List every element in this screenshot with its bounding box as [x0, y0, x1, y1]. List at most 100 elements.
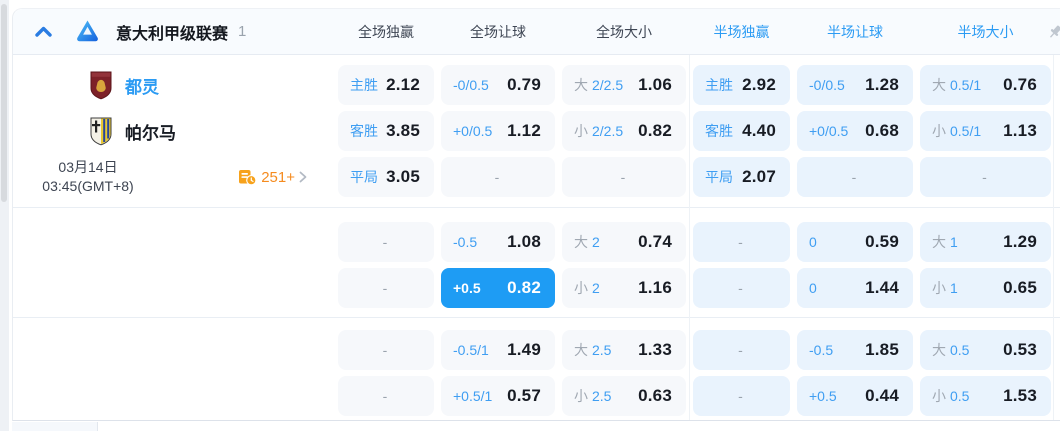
- odds-selection-label: 平局: [350, 169, 378, 185]
- over-under-prefix: 大: [574, 342, 588, 358]
- league-card: 意大利甲级联赛 1 全场独赢 全场让球 全场大小 半场独赢 半场让球 半场大小: [12, 8, 1060, 421]
- odds-value: 1.08: [507, 232, 541, 251]
- home-team-name: 都灵: [125, 77, 159, 97]
- parma-crest: [90, 117, 112, 145]
- home-team-row[interactable]: 都灵: [13, 65, 331, 105]
- league-header-row: 意大利甲级联赛 1 全场独赢 全场让球 全场大小 半场独赢 半场让球 半场大小: [13, 9, 1060, 55]
- odds-selection-label: 主胜: [350, 77, 378, 93]
- odds-cell-empty: -: [562, 157, 686, 197]
- odds-selection-label: 客胜: [350, 123, 378, 139]
- odds-selection-label: 大 2.5: [574, 342, 612, 358]
- dash-placeholder: -: [494, 169, 500, 185]
- odds-cell[interactable]: 大 2 0.74: [562, 222, 686, 262]
- serie-a-logo: [75, 19, 100, 44]
- dash-placeholder: -: [982, 169, 987, 185]
- odds-cell[interactable]: 小 2/2.5 0.82: [562, 111, 686, 151]
- dash-placeholder: -: [738, 280, 743, 296]
- odds-cell[interactable]: 小 0.5/1 1.13: [920, 111, 1051, 151]
- odds-cell-empty: -: [441, 157, 555, 197]
- over-under-prefix: 小: [932, 280, 946, 296]
- odds-cell[interactable]: 大 0.5 0.53: [920, 330, 1051, 370]
- pin-icon[interactable]: [1046, 23, 1060, 46]
- odds-cell[interactable]: 主胜 2.92: [693, 65, 790, 105]
- odds-cell[interactable]: 大 2.5 1.33: [562, 330, 686, 370]
- card-edge-vertical: [1053, 55, 1054, 420]
- odds-cell-empty: -: [693, 376, 790, 416]
- odds-cell[interactable]: 小 0.5 1.53: [920, 376, 1051, 416]
- odds-cell[interactable]: 小 2.5 0.63: [562, 376, 686, 416]
- collapse-button[interactable]: [31, 20, 55, 44]
- away-team-row[interactable]: 帕尔马: [13, 111, 331, 151]
- odds-cell-empty: -: [797, 157, 913, 197]
- odds-cell[interactable]: 平局 2.07: [693, 157, 790, 197]
- odds-value: 3.85: [386, 121, 420, 140]
- odds-cell[interactable]: +0/0.5 1.12: [441, 111, 555, 151]
- dash-placeholder: -: [382, 388, 388, 404]
- odds-selection-label: 小 0.5/1: [932, 123, 982, 139]
- odds-selection-label: 平局: [705, 169, 733, 185]
- league-match-count: 1: [238, 23, 247, 40]
- away-team-name: 帕尔马: [125, 123, 176, 143]
- odds-selection-label: 大2: [574, 234, 600, 250]
- odds-value: 1.29: [1003, 232, 1037, 251]
- dash-placeholder: -: [382, 280, 388, 296]
- odds-cell[interactable]: -0/0.5 1.28: [797, 65, 913, 105]
- odds-cell[interactable]: -0.5 1.85: [797, 330, 913, 370]
- odds-cell[interactable]: -0.5/1 1.49: [441, 330, 555, 370]
- odds-cell[interactable]: 0 1.44: [797, 268, 913, 308]
- match-info: 都灵 帕尔马 03月14日 03:45(GMT+8) 251+: [13, 65, 331, 197]
- column-header-full-handicap: 全场让球: [470, 23, 526, 40]
- odds-value: 3.05: [386, 167, 420, 186]
- odds-value: 1.44: [865, 278, 899, 297]
- match-datetime: 03月14日 03:45(GMT+8): [23, 158, 153, 196]
- over-under-prefix: 大: [574, 234, 588, 250]
- odds-cell-empty: -: [338, 268, 434, 308]
- odds-selection-label: 小 0.5: [932, 388, 970, 404]
- odds-value: 0.59: [865, 232, 899, 251]
- odds-selection-label: -0.5: [809, 342, 834, 358]
- odds-value: 0.79: [507, 75, 541, 94]
- odds-value: 0.74: [638, 232, 672, 251]
- odds-cell[interactable]: 客胜 3.85: [338, 111, 434, 151]
- odds-cell[interactable]: 大 1 1.29: [920, 222, 1051, 262]
- odds-selection-label: 大1: [932, 234, 958, 250]
- over-under-prefix: 大: [932, 77, 946, 93]
- odds-cell[interactable]: 客胜 4.40: [693, 111, 790, 151]
- odds-cell[interactable]: 大 0.5/1 0.76: [920, 65, 1051, 105]
- scrollbar-track[interactable]: [0, 0, 9, 431]
- odds-cell[interactable]: 主胜 2.12: [338, 65, 434, 105]
- odds-cell[interactable]: -0/0.5 0.79: [441, 65, 555, 105]
- odds-value: 0.82: [638, 121, 672, 140]
- odds-value: 0.53: [1003, 340, 1037, 359]
- odds-value: 0.44: [865, 386, 899, 405]
- odds-cell[interactable]: +0/0.5 0.68: [797, 111, 913, 151]
- over-under-prefix: 大: [574, 77, 588, 93]
- odds-cell[interactable]: -0.5 1.08: [441, 222, 555, 262]
- match-time: 03:45(GMT+8): [42, 178, 134, 194]
- odds-cell[interactable]: +0.5/1 0.57: [441, 376, 555, 416]
- scrollbar-thumb[interactable]: [1, 4, 7, 202]
- odds-cell[interactable]: 小 2 1.16: [562, 268, 686, 308]
- odds-cell[interactable]: 平局 3.05: [338, 157, 434, 197]
- odds-cell-empty: -: [338, 222, 434, 262]
- odds-cell-selected[interactable]: +0.5 0.82: [441, 268, 555, 308]
- odds-selection-label: 小 2.5: [574, 388, 612, 404]
- left-spacer: [13, 330, 331, 416]
- odds-value: 1.12: [507, 121, 541, 140]
- odds-selection-label: 0: [809, 280, 817, 296]
- odds-value: 1.28: [865, 75, 899, 94]
- odds-cell[interactable]: 大 2/2.5 1.06: [562, 65, 686, 105]
- section-divider-vertical: [689, 55, 690, 420]
- more-markets-button[interactable]: 251+: [238, 169, 307, 186]
- odds-value: 2.07: [742, 167, 776, 186]
- dash-placeholder: -: [382, 342, 388, 358]
- odds-selection-label: 大 2/2.5: [574, 77, 624, 93]
- column-header-full-win: 全场独赢: [358, 23, 414, 40]
- odds-cell[interactable]: 小 1 0.65: [920, 268, 1051, 308]
- odds-selection-label: -0.5: [453, 234, 478, 250]
- odds-cell-empty: -: [693, 330, 790, 370]
- odds-cell-empty: -: [693, 222, 790, 262]
- odds-cell[interactable]: 0 0.59: [797, 222, 913, 262]
- odds-value: 0.57: [507, 386, 541, 405]
- odds-cell[interactable]: +0.5 0.44: [797, 376, 913, 416]
